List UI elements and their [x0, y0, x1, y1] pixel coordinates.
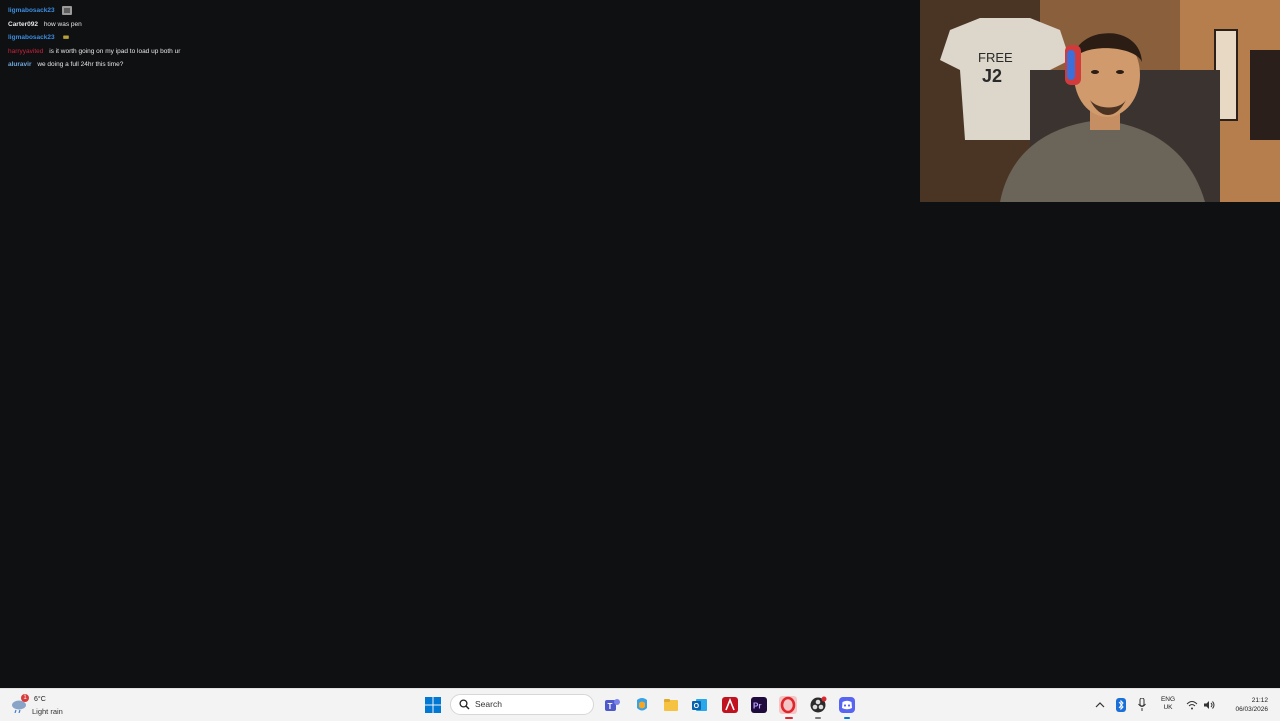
- language-indicator[interactable]: ENG UK: [1159, 696, 1177, 712]
- emote-small-icon: [63, 35, 70, 39]
- jersey-text: FREE: [978, 50, 1013, 65]
- chat-username: aluravir: [8, 61, 32, 68]
- windows-start-icon[interactable]: [425, 697, 441, 713]
- svg-text:Pr: Pr: [753, 702, 761, 711]
- file-explorer-icon[interactable]: [662, 696, 680, 714]
- weather-temp: 6°C: [34, 696, 46, 703]
- discord-icon[interactable]: [838, 696, 856, 714]
- chat-username: Carter092: [8, 20, 38, 28]
- svg-text:O: O: [694, 703, 700, 710]
- chat-username: harryyavited: [8, 47, 44, 55]
- svg-text:T: T: [608, 702, 613, 711]
- chat-text: how was pen: [43, 20, 82, 28]
- affinity-icon[interactable]: [721, 696, 739, 714]
- chat-message: ligmabosack23: [8, 31, 428, 45]
- bluetooth-icon[interactable]: [1116, 698, 1126, 712]
- wifi-icon[interactable]: [1186, 700, 1198, 710]
- chat-username: ligmabosack23: [8, 7, 55, 14]
- teams-icon[interactable]: T: [603, 696, 621, 714]
- emote-icon: [62, 5, 73, 15]
- chat-message: aluravir we doing a full 24hr this time?: [8, 58, 428, 72]
- outlook-icon[interactable]: O: [691, 696, 709, 714]
- chat-text: is it worth going on my ipad to load up …: [49, 47, 181, 55]
- chat-message: Carter092 how was pen: [8, 18, 428, 32]
- taskbar-search[interactable]: Search: [450, 694, 594, 715]
- running-app-indicator: [815, 717, 821, 719]
- svg-text:J2: J2: [982, 66, 1002, 86]
- volume-icon[interactable]: [1203, 700, 1215, 710]
- premiere-pro-icon[interactable]: Pr: [750, 696, 768, 714]
- search-placeholder: Search: [475, 699, 502, 709]
- chat-overlay: ligmabosack23 Carter092 how was pen ligm…: [8, 4, 428, 72]
- active-app-indicator: [785, 717, 793, 719]
- running-app-indicator: [844, 717, 850, 719]
- weather-alert-badge: 1: [21, 694, 29, 702]
- keyboard-layout: UK: [1163, 704, 1173, 711]
- taskbar: 1 6°C Light rain Search T O Pr ENG UK 21…: [0, 688, 1280, 721]
- webcam-scene: FREE J2: [920, 0, 1280, 202]
- obs-icon[interactable]: [809, 696, 827, 714]
- copilot-icon[interactable]: [633, 696, 651, 714]
- chat-text: we doing a full 24hr this time?: [37, 61, 124, 68]
- clock-date: 06/03/2026: [1235, 706, 1268, 713]
- webcam-feed: FREE J2: [920, 0, 1280, 202]
- opera-gx-icon[interactable]: [779, 696, 797, 714]
- language-code: ENG: [1160, 696, 1176, 703]
- weather-condition: Light rain: [32, 707, 63, 716]
- clock-time: 21:12: [1251, 697, 1268, 704]
- chat-username: ligmabosack23: [8, 34, 55, 41]
- chevron-up-icon[interactable]: [1095, 701, 1105, 709]
- chat-message: harryyavited is it worth going on my ipa…: [8, 45, 428, 59]
- system-clock[interactable]: 21:12 06/03/2026: [1220, 696, 1268, 714]
- search-icon: [459, 699, 470, 710]
- chat-message: ligmabosack23: [8, 4, 428, 18]
- microphone-icon[interactable]: [1138, 698, 1146, 712]
